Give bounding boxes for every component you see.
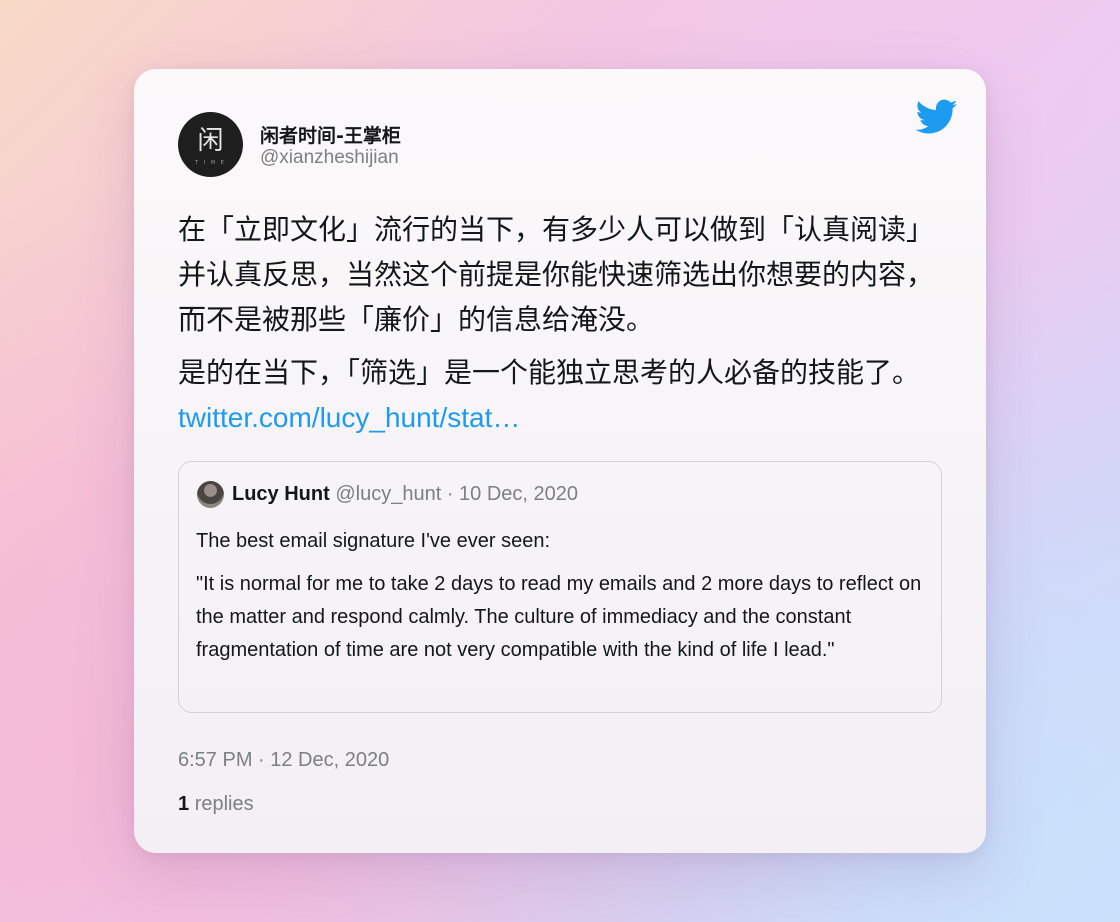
quoted-tweet-paragraph: "It is normal for me to take 2 days to r… [196,573,922,661]
tweet-paragraph-text: 是的在当下，「筛选」是一个能独立思考的人必备的技能了。 [178,356,921,389]
avatar-caption: T I M E [195,159,226,166]
author-avatar[interactable]: 闲 T I M E [178,112,243,177]
quoted-tweet[interactable]: Lucy Hunt @lucy_hunt · 10 Dec, 2020 The … [178,461,942,713]
tweet-text: 在「立即文化」流行的当下，有多少人可以做到「认真阅读」并认真反思，当然这个前提是… [178,207,958,448]
avatar-glyph: 闲 [197,125,224,156]
quoted-tweet-meta: @lucy_hunt · 10 Dec, 2020 [335,483,579,505]
tweet-card: 闲 T I M E 闲者时间-王掌柜 @xianzheshijian 在「立即文… [134,69,986,853]
twitter-bird-icon[interactable] [916,99,958,135]
author-display-name[interactable]: 闲者时间-王掌柜 [260,121,401,148]
tweet-link[interactable]: twitter.com/lucy_hunt/stat… [178,402,520,433]
quoted-tweet-paragraph: The best email signature I've ever seen: [196,530,551,552]
author-handle[interactable]: @xianzheshijian [260,147,399,169]
tweet-paragraph: 是的在当下，「筛选」是一个能独立思考的人必备的技能了。 twitter.com/… [178,350,958,440]
tweet-timestamp[interactable]: 6:57 PM · 12 Dec, 2020 [178,749,389,772]
reply-count-label: replies [194,793,254,815]
quoted-tweet-header: Lucy Hunt @lucy_hunt · 10 Dec, 2020 [232,483,578,506]
tweet-paragraph: 在「立即文化」流行的当下，有多少人可以做到「认真阅读」并认真反思，当然这个前提是… [178,213,935,336]
reply-count-number: 1 [178,793,190,815]
quoted-author-name[interactable]: Lucy Hunt [232,483,330,505]
quoted-author-avatar[interactable] [197,481,224,508]
quoted-tweet-body: The best email signature I've ever seen:… [196,525,926,677]
reply-count[interactable]: 1 replies [178,793,254,816]
